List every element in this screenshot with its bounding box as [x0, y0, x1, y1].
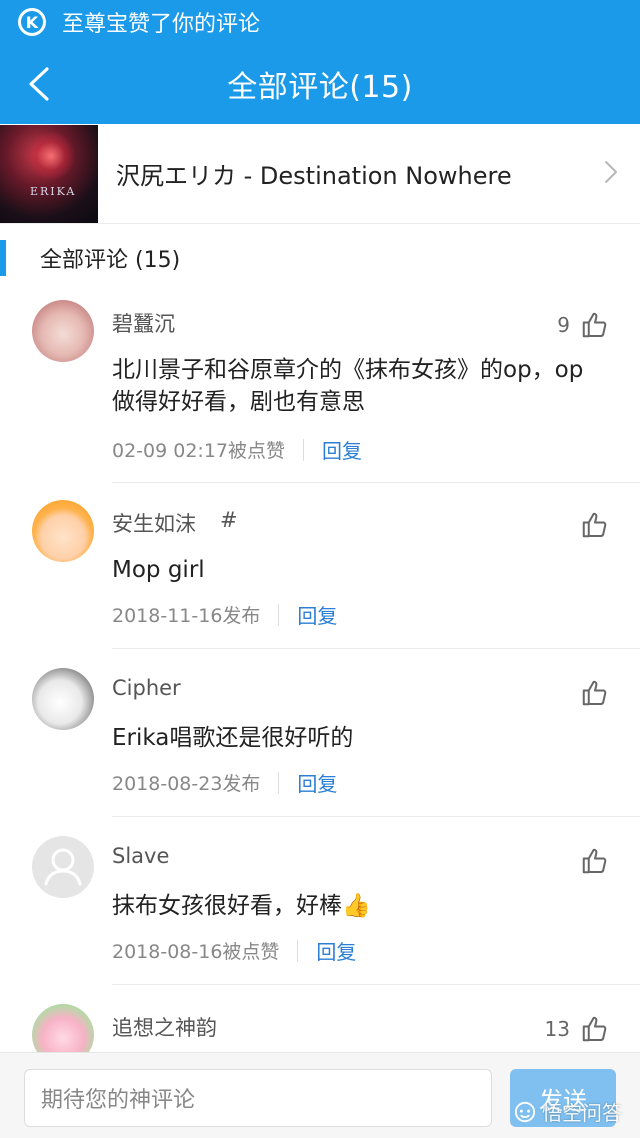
song-title: 沢尻エリカ - Destination Nowhere	[116, 162, 512, 190]
section-header: 全部评论 (15)	[0, 240, 640, 276]
page-title: 全部评论(15)	[227, 70, 413, 105]
comment-username[interactable]: 安生如沫	[112, 508, 196, 538]
divider	[278, 603, 280, 626]
wukong-icon	[514, 1101, 536, 1122]
watermark: 悟空问答	[514, 1097, 622, 1126]
avatar[interactable]	[32, 836, 94, 898]
chevron-left-icon	[29, 67, 49, 101]
comment-time: 02-09 02:17被点赞	[112, 440, 286, 462]
default-avatar-icon	[44, 848, 82, 886]
reply-button[interactable]: 回复	[297, 768, 337, 797]
divider	[112, 984, 640, 985]
k-circle-icon: K	[18, 8, 46, 36]
section-accent-bar	[0, 240, 6, 276]
divider	[112, 648, 640, 649]
like-button[interactable]	[570, 510, 610, 540]
like-count: 13	[544, 1017, 570, 1041]
song-row[interactable]: ERIKA 沢尻エリカ - Destination Nowhere	[0, 124, 640, 224]
comment-username[interactable]: Cipher	[112, 676, 181, 700]
comment-username[interactable]: 碧蠶沉	[112, 308, 175, 338]
section-label: 全部评论 (15)	[40, 248, 181, 273]
like-button[interactable]: 13	[545, 1014, 610, 1044]
like-button[interactable]	[570, 678, 610, 708]
like-count: 9	[557, 313, 570, 337]
comment-item: 安生如沫 # Mop girl 2018-11-16发布 回复	[0, 490, 640, 650]
comment-text: Mop girl	[112, 554, 612, 586]
comment-text-line: 北川景子和谷原章介的《抹布女孩》的op，op	[112, 357, 584, 383]
comment-text-line: Erika唱歌还是很好听的	[112, 725, 354, 751]
divider	[278, 771, 280, 794]
comment-text-line: Mop girl	[112, 557, 205, 583]
avatar[interactable]	[32, 300, 94, 362]
comment-time: 2018-08-16被点赞	[112, 941, 280, 963]
comment-meta: 2018-08-16被点赞 回复	[112, 936, 356, 965]
comment-text: Erika唱歌还是很好听的	[112, 722, 612, 754]
comment-text: 抹布女孩很好看，好棒👍	[112, 890, 612, 922]
avatar[interactable]	[32, 500, 94, 562]
like-button[interactable]	[570, 846, 610, 876]
thumb-up-icon	[582, 312, 607, 338]
thumb-up-icon	[582, 1016, 607, 1042]
comment-item: 追想之神韵 13	[0, 994, 640, 1066]
comment-tag: #	[220, 508, 238, 532]
notification-text: 至尊宝赞了你的评论	[62, 12, 261, 37]
reply-button[interactable]: 回复	[316, 936, 356, 965]
comment-text-line: 抹布女孩很好看，好棒👍	[112, 893, 371, 919]
comment-meta: 2018-08-23发布 回复	[112, 768, 337, 797]
comment-item: Slave 抹布女孩很好看，好棒👍 2018-08-16被点赞 回复	[0, 826, 640, 986]
avatar[interactable]	[32, 668, 94, 730]
comment-item: Cipher Erika唱歌还是很好听的 2018-08-23发布 回复	[0, 658, 640, 818]
comment-username[interactable]: 追想之神韵	[112, 1012, 217, 1042]
divider	[112, 816, 640, 817]
comment-time: 2018-11-16发布	[112, 605, 261, 627]
thumb-up-icon	[582, 512, 607, 538]
thumb-up-icon	[582, 680, 607, 706]
comment-text-line: 做得好好看，剧也有意思	[112, 389, 365, 415]
divider	[303, 438, 305, 461]
divider	[297, 939, 299, 962]
divider	[112, 482, 640, 483]
thumb-up-icon	[582, 848, 607, 874]
comment-item: 碧蠶沉 9 北川景子和谷原章介的《抹布女孩》的op，op 做得好好看，剧也有意思…	[0, 290, 640, 483]
watermark-text: 悟空问答	[542, 1101, 622, 1125]
header: 全部评论(15)	[0, 44, 640, 124]
chevron-right-icon	[604, 160, 618, 188]
back-button[interactable]	[22, 66, 56, 102]
comment-meta: 02-09 02:17被点赞 回复	[112, 435, 362, 464]
reply-button[interactable]: 回复	[322, 435, 362, 464]
reply-button[interactable]: 回复	[297, 600, 337, 629]
comment-time: 2018-08-23发布	[112, 773, 261, 795]
notification-bar[interactable]: K 至尊宝赞了你的评论	[0, 0, 640, 44]
comment-input-bar: 期待您的神评论 发送 悟空问答	[0, 1052, 640, 1138]
comment-username[interactable]: Slave	[112, 844, 169, 868]
album-cover: ERIKA	[0, 124, 98, 223]
comment-meta: 2018-11-16发布 回复	[112, 600, 337, 629]
comment-text: 北川景子和谷原章介的《抹布女孩》的op，op 做得好好看，剧也有意思	[112, 354, 612, 418]
comment-input[interactable]: 期待您的神评论	[24, 1069, 492, 1127]
like-button[interactable]: 9	[557, 310, 610, 340]
